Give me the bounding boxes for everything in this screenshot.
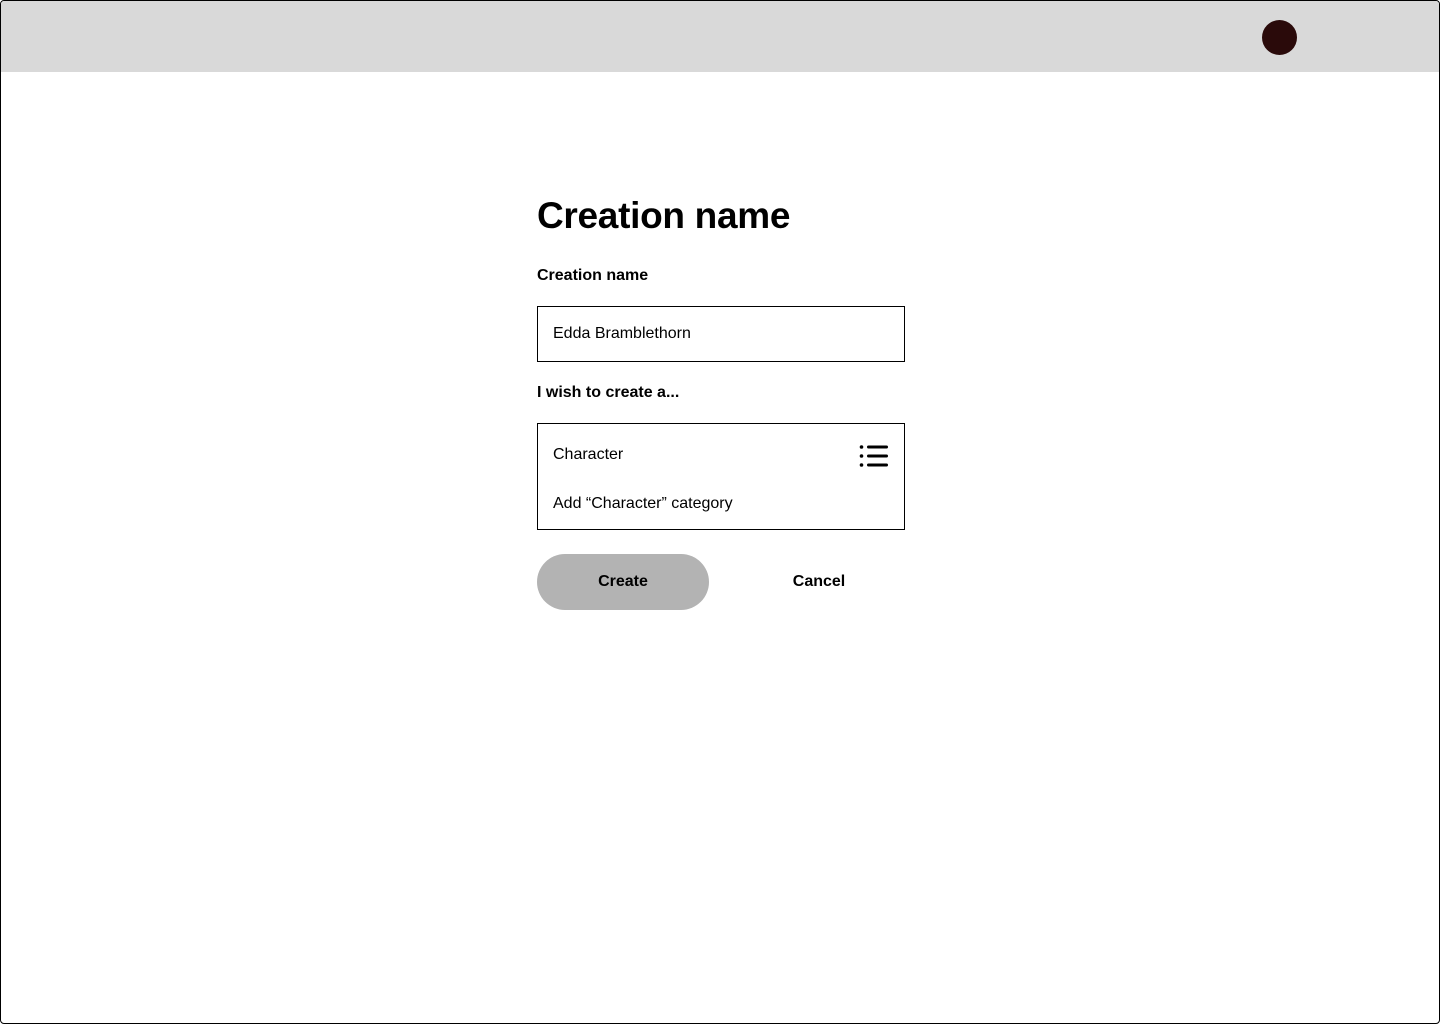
creation-name-label: Creation name — [537, 267, 649, 284]
creation-type-select[interactable]: Character Add “Character” category — [537, 423, 905, 530]
app-window: Creation name Creation name I wish to cr… — [0, 0, 1440, 1024]
user-avatar[interactable] — [1262, 20, 1297, 55]
list-icon[interactable] — [859, 444, 889, 468]
creation-name-input[interactable] — [537, 306, 905, 362]
cancel-button[interactable]: Cancel — [733, 554, 905, 610]
page-title: Creation name — [537, 195, 791, 236]
top-bar — [1, 1, 1439, 72]
creation-form: Creation name Creation name I wish to cr… — [537, 191, 905, 610]
creation-type-label: I wish to create a... — [537, 384, 680, 401]
add-category-option[interactable]: Add “Character” category — [553, 494, 733, 514]
create-button[interactable]: Create — [537, 554, 709, 610]
form-actions: Create Cancel — [537, 554, 905, 610]
creation-type-value: Character — [553, 446, 624, 463]
